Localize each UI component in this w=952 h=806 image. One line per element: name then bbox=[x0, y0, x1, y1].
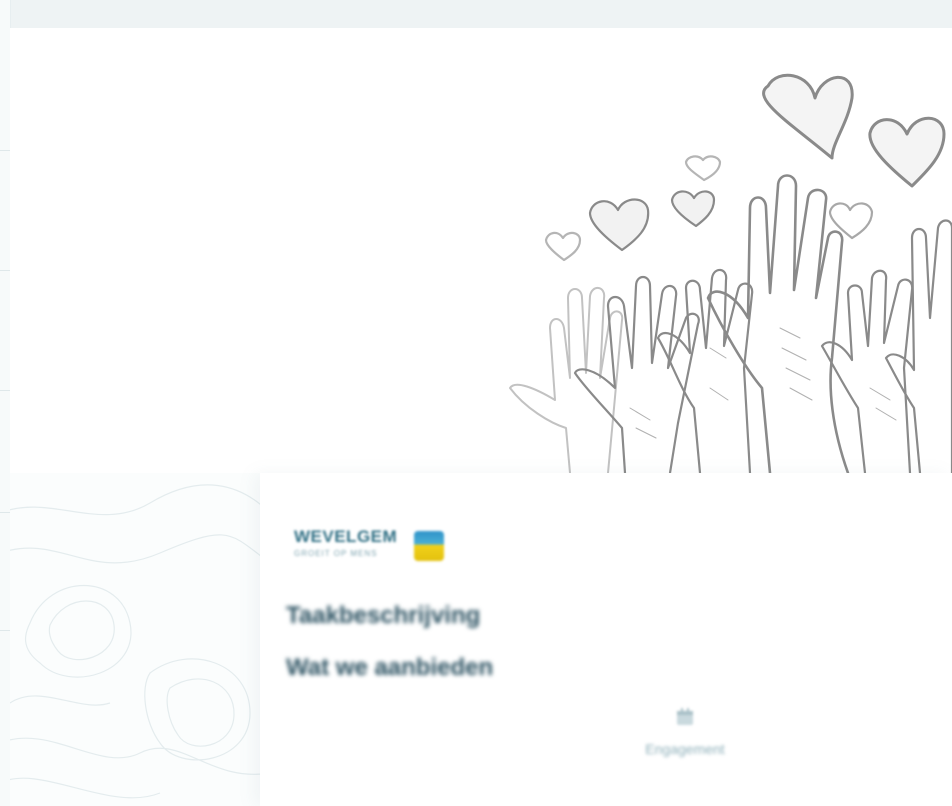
heart-icon bbox=[670, 190, 716, 228]
heart-icon bbox=[868, 116, 946, 188]
logo-wordmark: WEVELGEM bbox=[294, 527, 398, 546]
calendar-icon bbox=[677, 708, 693, 725]
section-title-taakbeschrijving: Taakbeschrijving bbox=[286, 602, 481, 629]
logo[interactable]: WEVELGEM GROEIT OP MENS bbox=[290, 527, 450, 565]
rail-divider bbox=[0, 630, 10, 631]
logo-mark-icon bbox=[414, 531, 444, 561]
heart-icon bbox=[544, 231, 582, 262]
content-panel: WEVELGEM GROEIT OP MENS Taakbeschrijving… bbox=[260, 473, 952, 806]
vacancy-card: WEVELGEM GROEIT OP MENS Taakbeschrijving… bbox=[10, 28, 952, 806]
topographic-pattern bbox=[10, 473, 260, 806]
rail-divider bbox=[0, 512, 10, 513]
section-title-wat-we-aanbieden: Wat we aanbieden bbox=[286, 654, 494, 681]
contour-lines bbox=[10, 484, 260, 799]
heart-icon bbox=[762, 73, 854, 160]
engagement-badge: Engagement bbox=[610, 705, 760, 757]
rail-divider bbox=[0, 270, 10, 271]
logo-tagline: GROEIT OP MENS bbox=[294, 549, 378, 558]
heart-icon bbox=[684, 155, 722, 182]
engagement-label: Engagement bbox=[645, 741, 725, 757]
hero-illustration bbox=[10, 28, 952, 473]
rail-divider bbox=[0, 390, 10, 391]
top-bar bbox=[0, 0, 952, 28]
raised-hands-hearts-illustration bbox=[509, 73, 952, 473]
heart-icon bbox=[588, 198, 650, 252]
rail-divider bbox=[0, 150, 10, 151]
